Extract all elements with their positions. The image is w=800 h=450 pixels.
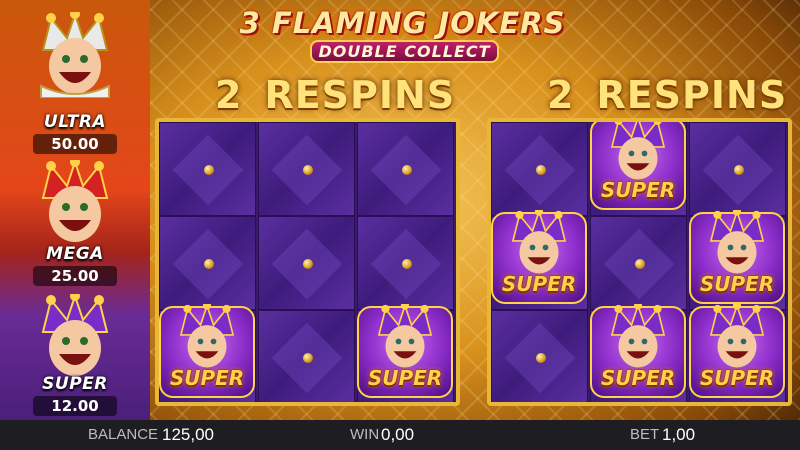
empty-slot-dot-icon bbox=[536, 353, 546, 363]
bet-value: 1,00 bbox=[662, 425, 696, 444]
reel-cell bbox=[689, 122, 786, 216]
reel-cell bbox=[258, 310, 355, 402]
jackpot-tier-label: SUPER bbox=[42, 374, 108, 394]
reel-cell bbox=[590, 216, 687, 310]
respins-label: RESPINS bbox=[596, 73, 788, 117]
jackpot-mega: MEGA 25.00 bbox=[6, 150, 144, 286]
empty-slot-dot-icon bbox=[204, 259, 214, 269]
empty-slot-dot-icon bbox=[536, 165, 546, 175]
empty-slot-dot-icon bbox=[303, 353, 313, 363]
symbol-label: SUPER bbox=[169, 366, 245, 390]
reel-cell bbox=[357, 122, 454, 216]
reel-cell bbox=[159, 216, 256, 310]
bet-label: BET bbox=[630, 426, 660, 443]
symbol-label: SUPER bbox=[600, 178, 676, 202]
empty-slot-dot-icon bbox=[303, 165, 313, 175]
reel-cell bbox=[159, 122, 256, 216]
respins-count: 2 bbox=[215, 73, 243, 117]
win-value: 0,00 bbox=[381, 425, 415, 444]
joker-mega-icon bbox=[41, 160, 109, 242]
game-logo: 3 FLAMING JOKERS DOUBLE COLLECT bbox=[230, 6, 575, 66]
win-label: WIN bbox=[350, 426, 380, 443]
symbol-label: SUPER bbox=[699, 366, 775, 390]
jackpot-tier-label: MEGA bbox=[46, 244, 104, 264]
reel-cell bbox=[258, 122, 355, 216]
respins-label: RESPINS bbox=[264, 73, 456, 117]
super-joker-symbol: SUPER bbox=[584, 302, 692, 402]
empty-slot-dot-icon bbox=[402, 165, 412, 175]
jackpot-ultra: ULTRA 50.00 bbox=[6, 2, 144, 154]
balance-label: BALANCE bbox=[88, 426, 159, 443]
super-joker-symbol: SUPER bbox=[683, 302, 788, 402]
reel-grid-left: SUPER SUPER bbox=[155, 118, 460, 406]
super-joker-symbol: SUPER bbox=[683, 208, 788, 312]
symbol-label: SUPER bbox=[699, 272, 775, 296]
status-bar: BALANCE 125,00 WIN 0,00 BET 1,00 bbox=[0, 420, 800, 450]
reel-cell bbox=[357, 216, 454, 310]
symbol-label: SUPER bbox=[501, 272, 577, 296]
reel-cell bbox=[491, 122, 588, 216]
jackpot-amount: 12.00 bbox=[33, 396, 117, 416]
reel-cell bbox=[491, 310, 588, 402]
super-joker-symbol: SUPER bbox=[584, 122, 692, 218]
jackpot-super: SUPER 12.00 bbox=[6, 284, 144, 420]
empty-slot-dot-icon bbox=[635, 259, 645, 269]
jackpot-panel: ULTRA 50.00 MEGA 25.00 SUPER 12.00 bbox=[0, 0, 150, 420]
balance-value: 125,00 bbox=[162, 425, 214, 444]
joker-super-icon bbox=[41, 294, 109, 376]
reel-cell bbox=[258, 216, 355, 310]
empty-slot-dot-icon bbox=[303, 259, 313, 269]
empty-slot-dot-icon bbox=[734, 165, 744, 175]
empty-slot-dot-icon bbox=[204, 165, 214, 175]
respins-counter-right: 2 RESPINS bbox=[547, 70, 787, 120]
symbol-label: SUPER bbox=[600, 366, 676, 390]
logo-subtitle: DOUBLE COLLECT bbox=[310, 40, 499, 63]
symbol-label: SUPER bbox=[367, 366, 443, 390]
respins-count: 2 bbox=[547, 73, 575, 117]
reel-grid-right: SUPER SUPER SUPER SUPER SUPER bbox=[487, 118, 792, 406]
respins-counter-left: 2 RESPINS bbox=[215, 70, 455, 120]
empty-slot-dot-icon bbox=[402, 259, 412, 269]
logo-title: 3 FLAMING JOKERS bbox=[239, 6, 566, 40]
jackpot-amount: 25.00 bbox=[33, 266, 117, 286]
super-joker-symbol: SUPER bbox=[351, 302, 456, 402]
super-joker-symbol: SUPER bbox=[491, 208, 593, 312]
super-joker-symbol: SUPER bbox=[159, 302, 261, 402]
jackpot-tier-label: ULTRA bbox=[43, 112, 107, 132]
joker-ultra-icon bbox=[40, 12, 110, 98]
